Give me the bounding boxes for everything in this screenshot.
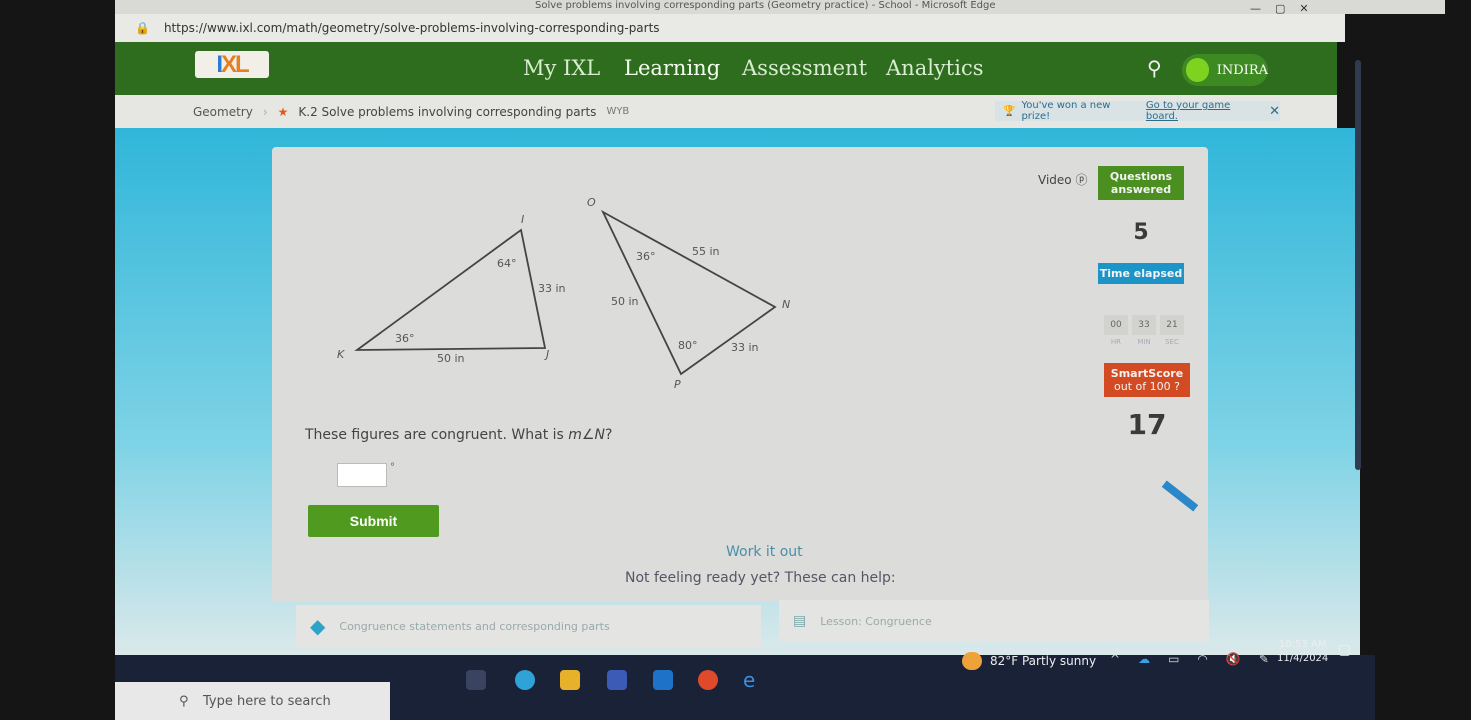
angle-k-label: 36°: [395, 332, 415, 345]
questions-count: 5: [1133, 220, 1149, 245]
diamond-icon: ◆: [310, 614, 326, 638]
chevron-up-icon[interactable]: ^: [1110, 652, 1120, 666]
weather-text: 82°F Partly sunny: [990, 654, 1097, 668]
time-minutes: 33: [1132, 315, 1156, 335]
sec-label: SEC: [1165, 338, 1179, 346]
side-kj-label: 50 in: [437, 352, 465, 365]
side-np-label: 33 in: [731, 341, 759, 354]
question-prompt: These figures are congruent. What is: [305, 427, 569, 443]
mail-icon[interactable]: [653, 670, 673, 690]
hr-label: HR: [1110, 338, 1122, 346]
task-view-icon[interactable]: [466, 670, 486, 690]
smartscore-sub-text: out of 100: [1114, 380, 1171, 393]
taskbar-search[interactable]: ⚲ Type here to search: [115, 682, 390, 720]
video-label: Video: [1038, 173, 1072, 187]
angle-o-label: 36°: [636, 250, 656, 263]
smartscore-label: SmartScore: [1110, 367, 1184, 380]
vertex-j: J: [544, 348, 549, 361]
notifications-icon[interactable]: ▢: [1338, 642, 1351, 658]
help-icon[interactable]: ?: [1174, 380, 1180, 393]
question-math: m∠N: [568, 427, 605, 443]
pen-icon[interactable]: ✎: [1259, 652, 1269, 666]
question-end: ?: [604, 427, 613, 443]
time-seconds: 21: [1160, 315, 1184, 335]
weather-widget[interactable]: 82°F Partly sunny: [962, 652, 1096, 670]
resource-card-statements[interactable]: ◆ Congruence statements and correspondin…: [296, 605, 761, 647]
clock[interactable]: 10:53 AM 11/4/2024: [1277, 638, 1328, 666]
angle-p-label: 80°: [678, 339, 698, 352]
answer-input[interactable]: [337, 463, 387, 487]
chrome-icon[interactable]: [698, 670, 718, 690]
partly-sunny-icon: [962, 652, 982, 670]
side-ij-label: 33 in: [538, 282, 566, 295]
lesson-icon: ▤: [793, 613, 807, 629]
min-label: MIN: [1137, 338, 1151, 346]
resource-label: Congruence statements and corresponding …: [339, 619, 610, 633]
vertex-k: K: [337, 348, 345, 361]
smartscore-header: SmartScore out of 100 ?: [1104, 363, 1190, 397]
side-op-label: 50 in: [611, 295, 639, 308]
clock-time: 10:53 AM: [1278, 639, 1327, 650]
search-placeholder: Type here to search: [203, 693, 331, 709]
search-icon: ⚲: [179, 693, 189, 709]
battery-icon[interactable]: ▭: [1168, 652, 1179, 666]
edge-icon[interactable]: [515, 670, 535, 690]
vertex-p: P: [674, 378, 681, 391]
vertex-o: O: [587, 196, 596, 209]
clock-date: 11/4/2024: [1277, 653, 1329, 664]
angle-i-label: 64°: [497, 257, 517, 270]
work-it-out-link[interactable]: Work it out: [726, 544, 803, 560]
store-icon[interactable]: [607, 670, 627, 690]
time-hours: 00: [1104, 315, 1128, 335]
smartscore-value: 17: [1127, 408, 1167, 441]
degree-unit: °: [390, 462, 395, 473]
internet-explorer-icon[interactable]: e: [743, 670, 763, 690]
question-text: These figures are congruent. What is m∠N…: [305, 427, 612, 443]
play-icon: ⓟ: [1075, 173, 1088, 187]
resource-label: Lesson: Congruence: [820, 614, 932, 628]
smartscore-sub: out of 100 ?: [1104, 380, 1190, 393]
system-tray[interactable]: ^ ☁ ▭ ◠ 🔇 ✎: [1110, 652, 1269, 666]
file-explorer-icon[interactable]: [560, 670, 580, 690]
wifi-icon[interactable]: ◠: [1197, 652, 1207, 666]
volume-muted-icon[interactable]: 🔇: [1226, 652, 1241, 666]
vertex-n: N: [782, 298, 790, 311]
questions-answered-header: Questions answered: [1098, 166, 1184, 200]
video-link[interactable]: Video ⓟ: [1038, 171, 1087, 188]
vertex-i: I: [521, 213, 524, 226]
onedrive-icon[interactable]: ☁: [1138, 652, 1150, 666]
submit-button[interactable]: Submit: [308, 505, 439, 537]
time-elapsed-header: Time elapsed: [1098, 263, 1184, 284]
side-on-label: 55 in: [692, 245, 720, 258]
triangle-ikj: [354, 228, 547, 351]
help-prompt: Not feeling ready yet? These can help:: [625, 570, 896, 586]
resource-card-lesson[interactable]: ▤ Lesson: Congruence: [779, 600, 1209, 642]
scrollbar[interactable]: [1355, 60, 1361, 470]
